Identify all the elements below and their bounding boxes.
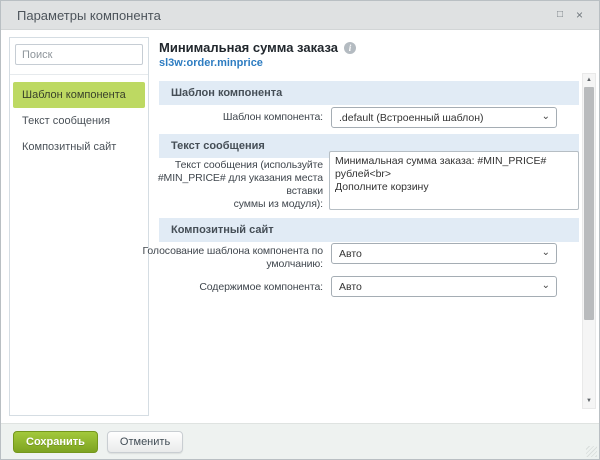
sidebar-item-label: Текст сообщения: [22, 115, 110, 127]
component-id-link[interactable]: sl3w:order.minprice: [159, 57, 263, 69]
component-content-label: Содержимое компонента:: [133, 281, 323, 294]
maximize-icon[interactable]: □: [557, 10, 563, 20]
sidebar-item-label: Шаблон компонента: [22, 89, 126, 101]
composite-voting-label: Голосование шаблона компонента по умолча…: [133, 245, 323, 271]
page-title: Минимальная сумма заказа: [159, 40, 338, 55]
page-title-row: Минимальная сумма заказа i: [159, 40, 356, 55]
section-title: Шаблон компонента: [171, 87, 282, 99]
section-title: Текст сообщения: [171, 140, 265, 152]
template-field-label: Шаблон компонента:: [159, 111, 323, 124]
chevron-down-icon: ⌄: [542, 281, 550, 291]
composite-voting-select-value: Авто: [339, 248, 362, 260]
sidebar-item-composite-site[interactable]: Композитный сайт: [13, 134, 145, 160]
sidebar-item-component-template[interactable]: Шаблон компонента: [13, 82, 145, 108]
chevron-down-icon: ⌄: [542, 112, 550, 122]
section-header-component-template: Шаблон компонента: [159, 81, 579, 105]
info-icon[interactable]: i: [344, 42, 356, 54]
resize-grip-icon[interactable]: [586, 446, 597, 457]
search-input[interactable]: [15, 44, 143, 65]
close-icon[interactable]: ×: [576, 9, 583, 21]
dialog-title: Параметры компонента: [17, 8, 161, 23]
sidebar-menu: Шаблон компонента Текст сообщения Композ…: [10, 75, 148, 167]
scroll-down-icon[interactable]: ▼: [583, 395, 595, 408]
sidebar-item-label: Композитный сайт: [22, 141, 116, 153]
section-title: Композитный сайт: [171, 224, 274, 236]
sidebar-search-wrap: [10, 38, 148, 75]
component-content-select-value: Авто: [339, 281, 362, 293]
message-text-textarea[interactable]: Минимальная сумма заказа: #MIN_PRICE# ру…: [329, 151, 579, 210]
message-text-label: Текст сообщения (используйте #MIN_PRICE#…: [133, 159, 323, 211]
component-parameters-dialog: Параметры компонента □ × Шаблон компонен…: [0, 0, 600, 460]
template-select[interactable]: .default (Встроенный шаблон) ⌄: [331, 107, 557, 128]
window-controls: □ ×: [557, 9, 583, 21]
dialog-footer: Сохранить Отменить: [1, 423, 599, 459]
dialog-titlebar: Параметры компонента □ ×: [1, 1, 599, 30]
section-header-composite-site: Композитный сайт: [159, 218, 579, 242]
composite-voting-select[interactable]: Авто ⌄: [331, 243, 557, 264]
sidebar-item-message-text[interactable]: Текст сообщения: [13, 108, 145, 134]
content-scrollbar[interactable]: ▲ ▼: [582, 73, 596, 409]
chevron-down-icon: ⌄: [542, 248, 550, 258]
template-select-value: .default (Встроенный шаблон): [339, 112, 484, 124]
parameters-sidebar: Шаблон компонента Текст сообщения Композ…: [9, 37, 149, 416]
save-button[interactable]: Сохранить: [13, 431, 98, 453]
scroll-up-icon[interactable]: ▲: [583, 74, 595, 87]
component-content-select[interactable]: Авто ⌄: [331, 276, 557, 297]
cancel-button[interactable]: Отменить: [107, 431, 183, 453]
scrollbar-thumb[interactable]: [584, 87, 594, 320]
